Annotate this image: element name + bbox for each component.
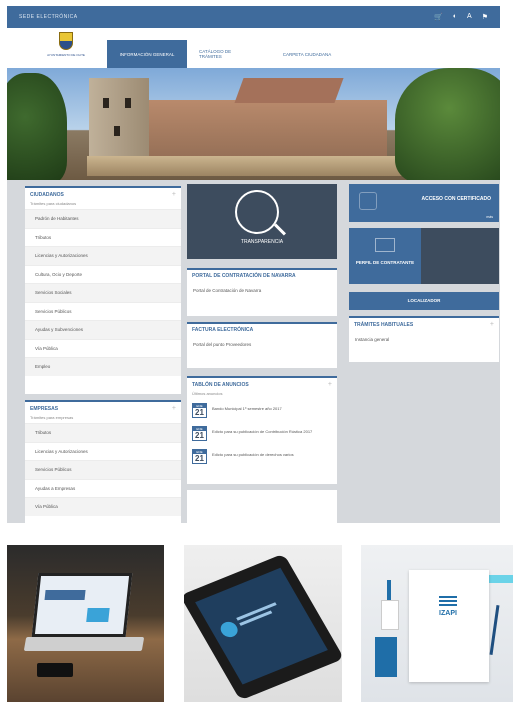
factura-link[interactable]: Portal del punto Proveedores — [187, 336, 337, 353]
perfil-contratante-tile[interactable]: PERFIL DE CONTRATANTE — [349, 228, 499, 284]
contrast-icon[interactable]: ◐ — [453, 13, 457, 21]
calendar-icon: ENE 21 — [192, 449, 207, 464]
list-item[interactable]: Servicios Públicos — [25, 460, 181, 479]
news-text: Edicto para su publicación de derechos v… — [212, 452, 294, 457]
perfil-label: PERFIL DE CONTRATANTE — [355, 260, 415, 265]
empresas-card: EMPRESAS + Trámites para empresas Tribut… — [25, 400, 181, 523]
perfil-contratante-panel: PERFIL DE CONTRATANTE — [349, 228, 421, 284]
tablon-card: TABLÓN DE ANUNCIOS + Últimos anuncios EN… — [187, 376, 337, 484]
list-item[interactable]: Servicios Sociales — [25, 283, 181, 302]
id-badge — [381, 600, 399, 630]
laptop-screen — [31, 573, 133, 637]
cart-icon[interactable]: 🛒 — [434, 13, 443, 21]
laptop-keyboard — [23, 637, 145, 651]
list-item[interactable]: Cultura, Ocio y Deporte — [25, 264, 181, 284]
list-item[interactable]: Licencias y Autorizaciones — [25, 246, 181, 265]
tree-left — [7, 73, 67, 180]
ciudadanos-subtitle: Trámites para ciudadanos — [30, 201, 77, 206]
lanyard-strap — [387, 580, 391, 602]
coat-of-arms-icon — [59, 32, 73, 50]
portal-contratacion-title[interactable]: PORTAL DE CONTRATACIÓN DE NAVARRA — [192, 273, 296, 279]
tramites-link[interactable]: Instancia general — [349, 331, 499, 348]
list-item[interactable]: Tributos — [25, 423, 181, 442]
list-item[interactable]: Vía Pública — [25, 338, 181, 358]
portal-contratacion-link[interactable]: Portal de Contratación de Navarra — [187, 282, 337, 299]
tab-catalogo-tramites[interactable]: CATÁLOGO DE TRÁMITES — [187, 40, 267, 68]
plus-icon[interactable]: + — [490, 321, 494, 328]
hero-image — [7, 68, 500, 180]
municipal-logo[interactable]: AYUNTAMIENTO DE OLITE — [47, 32, 85, 66]
site-header: AYUNTAMIENTO DE OLITE INFORMACIÓN GENERA… — [7, 28, 500, 68]
tower-shape — [89, 78, 149, 168]
list-item[interactable]: Padrón de Habitantes — [25, 209, 181, 228]
phone-shape — [37, 663, 73, 677]
folded-paper — [187, 490, 337, 523]
plus-icon[interactable]: + — [172, 405, 176, 412]
search-building-icon — [235, 190, 279, 234]
empresas-title[interactable]: EMPRESAS — [30, 406, 58, 412]
content-panel: CIUDADANOS + Trámites para ciudadanos Pa… — [7, 180, 500, 523]
briefcase-icon — [375, 238, 395, 252]
tablet-screen — [195, 567, 328, 685]
list-item[interactable]: Tributos — [25, 227, 181, 247]
tablet-device — [184, 553, 342, 701]
tablon-subtitle: Últimos anuncios — [192, 391, 223, 396]
news-item[interactable]: ENE 21 Bando Municipal 1º semestre año 2… — [187, 399, 337, 422]
top-bar: SEDE ELECTRÓNICA 🛒 ◐ A ⚑ — [7, 6, 500, 28]
calendar-icon: ENE 21 — [192, 426, 207, 441]
acceso-label: ACCESO CON CERTIFICADO — [421, 196, 491, 202]
ciudadanos-title[interactable]: CIUDADANOS — [30, 192, 64, 198]
news-item[interactable]: ENE 21 Edicto para su publicación de Con… — [187, 422, 337, 445]
folder-shape: IZAPI — [409, 570, 489, 682]
tramites-title[interactable]: TRÁMITES HABITUALES — [354, 322, 413, 328]
stationery-mockup-photo: IZAPI — [361, 545, 513, 702]
pen-shape — [489, 605, 500, 655]
calendar-icon: ENE 21 — [192, 403, 207, 418]
izapi-logo: IZAPI — [439, 610, 457, 617]
empresas-subtitle: Trámites para empresas — [30, 415, 74, 420]
news-item[interactable]: ENE 21 Edicto para su publicación de der… — [187, 445, 337, 468]
portal-contratacion-card: PORTAL DE CONTRATACIÓN DE NAVARRA Portal… — [187, 268, 337, 316]
tree-right — [395, 68, 500, 180]
izapi-logo-bars — [439, 596, 457, 608]
ciudadanos-list: Padrón de Habitantes Tributos Licencias … — [25, 209, 181, 376]
tab-carpeta-ciudadana[interactable]: CARPETA CIUDADANA — [267, 40, 347, 68]
acceso-more[interactable]: más — [486, 215, 493, 219]
main-nav: INFORMACIÓN GENERAL CATÁLOGO DE TRÁMITES… — [107, 40, 347, 68]
factura-title[interactable]: FACTURA ELECTRÓNICA — [192, 327, 253, 333]
blue-box-shape — [375, 637, 397, 677]
tablon-title[interactable]: TABLÓN DE ANUNCIOS — [192, 382, 249, 388]
localizadores-label: LOCALIZADOR — [407, 298, 441, 303]
tablet-mockup-photo — [184, 545, 342, 702]
transparencia-label: TRANSPARENCIA — [240, 239, 284, 245]
sede-brand[interactable]: SEDE ELECTRÓNICA — [19, 14, 78, 20]
list-item[interactable]: Ayudas a Empresas — [25, 478, 181, 498]
empresas-list: Tributos Licencias y Autorizaciones Serv… — [25, 423, 181, 516]
tramites-habituales-card: TRÁMITES HABITUALES + Instancia general — [349, 316, 499, 362]
transparencia-tile[interactable]: TRANSPARENCIA — [187, 184, 337, 259]
flag-icon[interactable]: ⚑ — [482, 13, 488, 21]
news-text: Bando Municipal 1º semestre año 2017 — [212, 406, 282, 411]
certificate-icon — [359, 192, 377, 210]
list-item[interactable]: Vía Pública — [25, 497, 181, 516]
laptop-mockup-photo — [7, 545, 164, 702]
list-item[interactable]: Licencias y Autorizaciones — [25, 441, 181, 461]
list-item[interactable]: Ayudas y Subvenciones — [25, 320, 181, 339]
news-text: Edicto para su publicación de Contribuci… — [212, 429, 313, 434]
list-item[interactable]: Servicios Públicos — [25, 301, 181, 321]
factura-card: FACTURA ELECTRÓNICA Portal del punto Pro… — [187, 322, 337, 368]
toolbar: 🛒 ◐ A ⚑ — [434, 13, 488, 21]
plus-icon[interactable]: + — [328, 381, 332, 388]
ciudadanos-card: CIUDADANOS + Trámites para ciudadanos Pa… — [25, 186, 181, 394]
logo-text: AYUNTAMIENTO DE OLITE — [47, 53, 85, 57]
acceso-certificado-tile[interactable]: ACCESO CON CERTIFICADO más — [349, 184, 499, 222]
wall-shape — [87, 156, 417, 176]
roof-shape — [234, 78, 344, 103]
tab-informacion-general[interactable]: INFORMACIÓN GENERAL — [107, 40, 187, 68]
plus-icon[interactable]: + — [172, 191, 176, 198]
localizadores-tile[interactable]: LOCALIZADOR — [349, 292, 499, 310]
list-item[interactable]: Empleo — [25, 357, 181, 376]
text-size-icon[interactable]: A — [467, 13, 472, 21]
